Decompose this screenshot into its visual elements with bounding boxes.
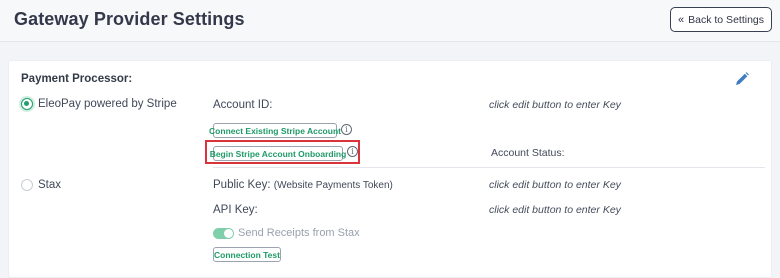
highlight-annotation-box [205, 140, 360, 164]
pencil-icon[interactable] [734, 71, 750, 87]
public-key-sublabel: (Website Payments Token) [273, 180, 393, 191]
public-key-hint: click edit button to enter Key [489, 179, 621, 191]
api-key-label: API Key: [213, 204, 258, 216]
connection-test-button[interactable]: Connection Test [213, 247, 281, 262]
chevron-double-left-icon: « [678, 13, 685, 26]
settings-card [8, 60, 772, 278]
back-to-settings-button[interactable]: « Back to Settings [670, 7, 772, 32]
radio-eleopay[interactable] [21, 98, 33, 110]
public-key-label: Public Key: (Website Payments Token) [213, 179, 393, 191]
info-icon[interactable]: i [341, 124, 352, 135]
back-to-settings-label: Back to Settings [688, 13, 764, 26]
connect-existing-stripe-account-button[interactable]: Connect Existing Stripe Account [209, 123, 341, 138]
send-receipts-toggle[interactable] [213, 228, 234, 239]
page-header: Gateway Provider Settings « Back to Sett… [0, 0, 780, 42]
payment-processor-label: Payment Processor: [21, 73, 133, 85]
public-key-label-text: Public Key: [213, 179, 271, 191]
send-receipts-label: Send Receipts from Stax [238, 227, 360, 239]
page-title: Gateway Provider Settings [14, 9, 245, 29]
option-label-stax: Stax [38, 179, 62, 191]
radio-stax[interactable] [21, 179, 33, 191]
account-id-hint: click edit button to enter Key [489, 99, 621, 111]
api-key-hint: click edit button to enter Key [489, 204, 621, 216]
divider [213, 167, 765, 168]
account-status-label: Account Status: [491, 147, 565, 159]
account-id-label: Account ID: [213, 99, 273, 111]
option-label-eleopay: EleoPay powered by Stripe [38, 98, 177, 110]
